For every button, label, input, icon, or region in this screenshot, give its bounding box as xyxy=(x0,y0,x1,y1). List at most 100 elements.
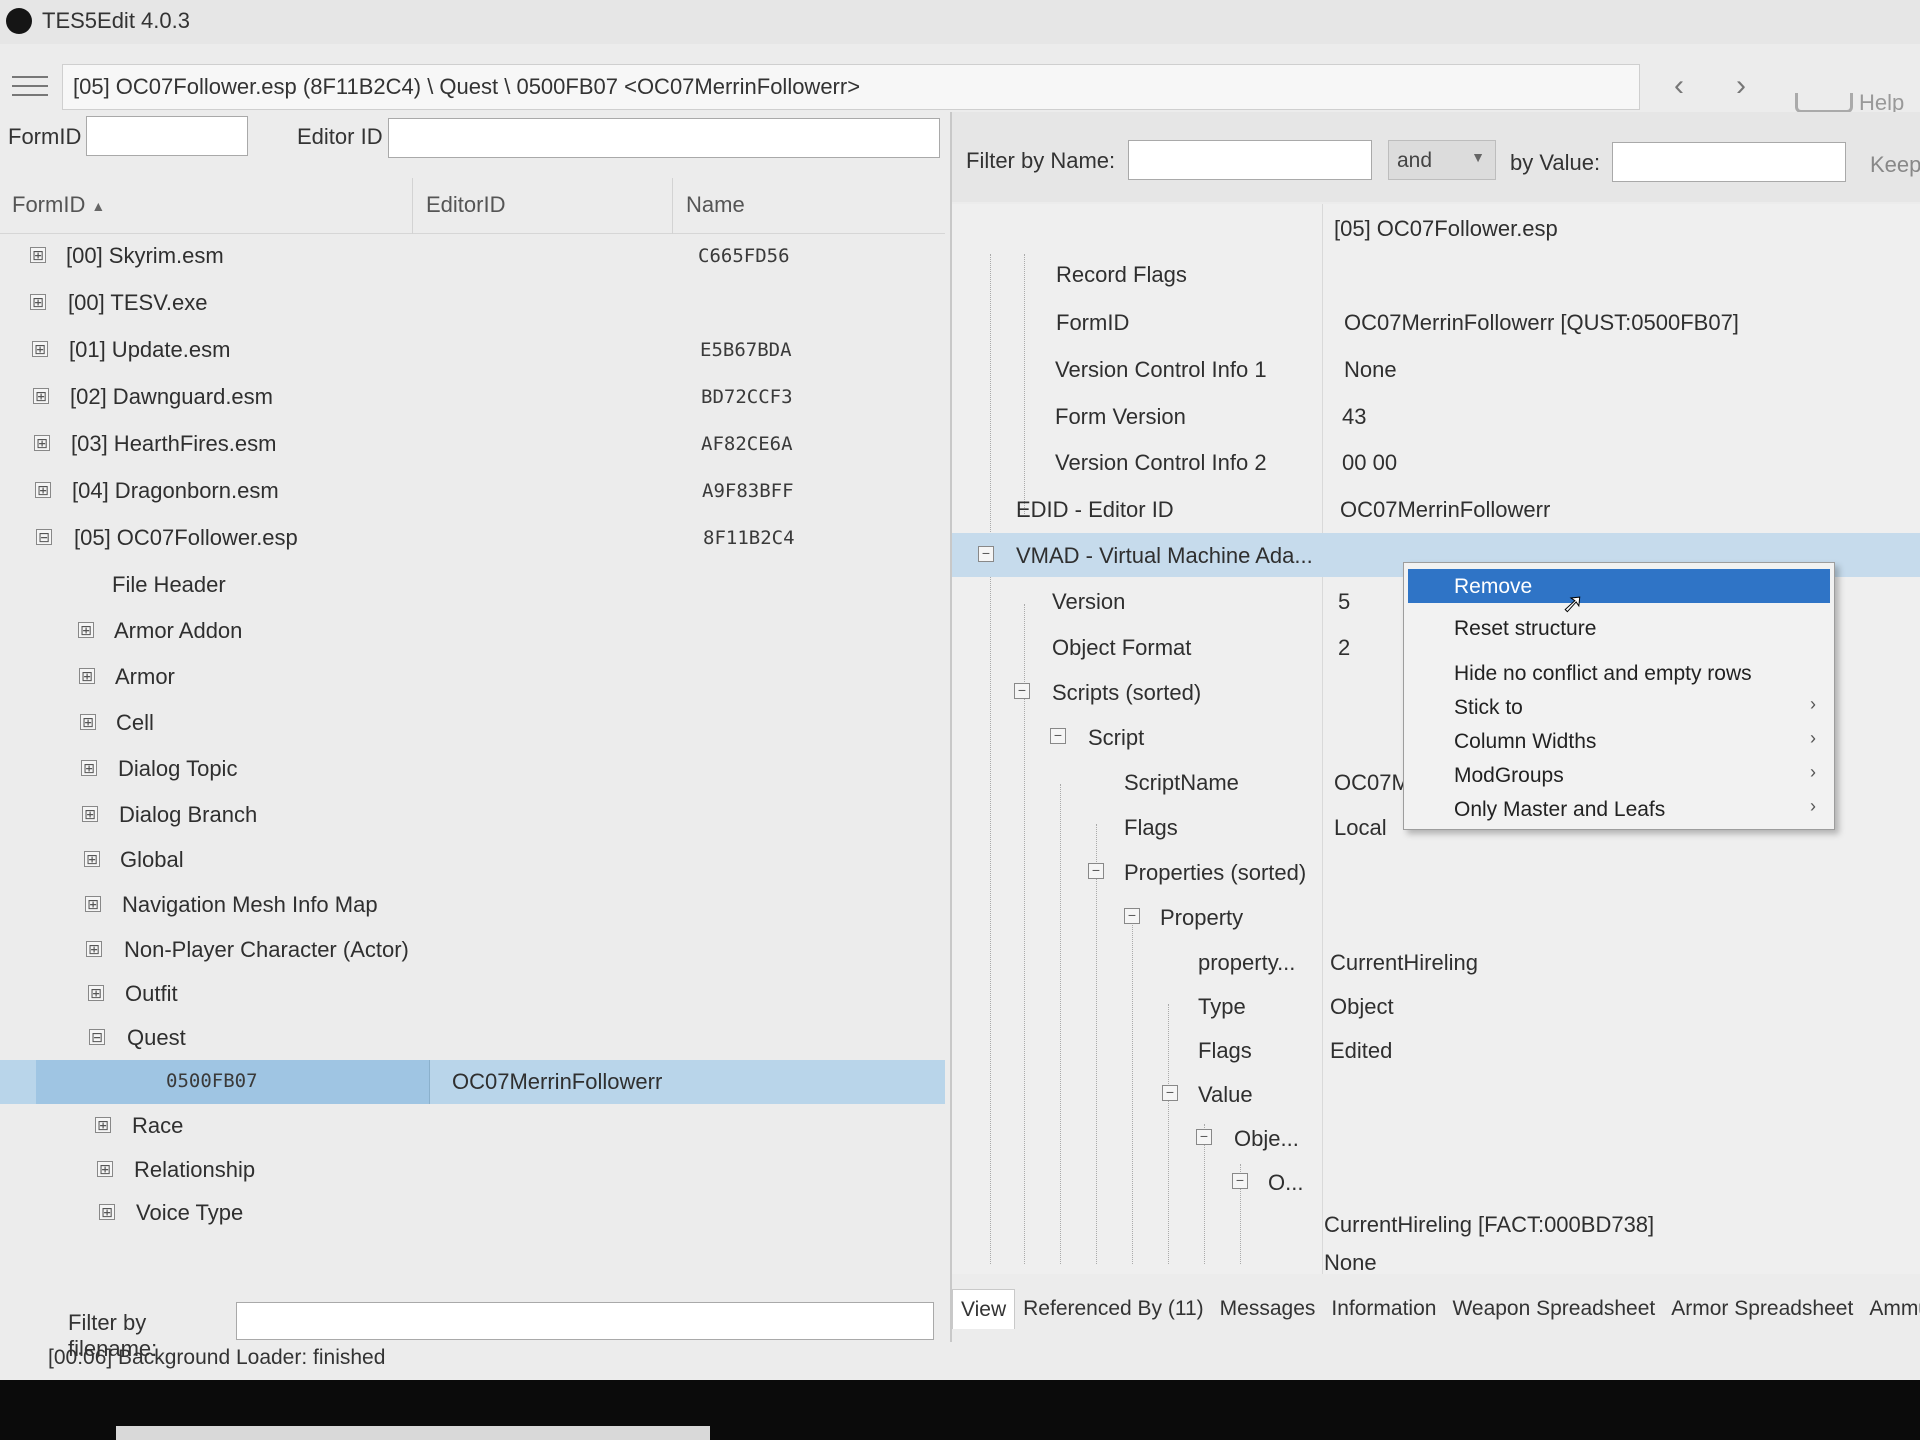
menu-icon[interactable] xyxy=(10,72,50,100)
collapse-icon[interactable]: ⊟ xyxy=(36,529,52,545)
expand-icon[interactable]: ⊞ xyxy=(79,668,95,684)
expand-icon[interactable]: ⊞ xyxy=(97,1161,113,1177)
tree-row[interactable]: ⊞ Navigation Mesh Info Map xyxy=(0,883,945,927)
expand-icon[interactable]: ⊞ xyxy=(33,388,49,404)
menu-item-stick-to[interactable]: Stick to › xyxy=(1408,690,1830,724)
expand-icon[interactable]: ⊞ xyxy=(34,435,50,451)
tree-row[interactable]: ⊞ Non-Player Character (Actor) xyxy=(0,928,945,972)
expand-icon[interactable]: ⊞ xyxy=(30,294,46,310)
tab-view[interactable]: View xyxy=(952,1289,1016,1329)
record-path[interactable]: [05] OC07Follower.esp (8F11B2C4) \ Quest… xyxy=(62,64,1640,110)
grid-row[interactable]: − Obje... xyxy=(952,1116,1920,1160)
tree-row[interactable]: ⊞ Dialog Topic xyxy=(0,747,945,791)
expand-icon[interactable]: ⊞ xyxy=(99,1204,115,1220)
expand-icon[interactable]: ⊞ xyxy=(35,482,51,498)
tree-row[interactable]: ⊟ Quest xyxy=(0,1016,945,1060)
forward-button[interactable]: › xyxy=(1726,71,1756,101)
grid-row[interactable]: EDID - Editor ID OC07MerrinFollowerr xyxy=(952,487,1920,531)
grid-row[interactable]: − O... xyxy=(952,1160,1920,1204)
tree-row[interactable]: ⊞ [01] Update.esm E5B67BDA xyxy=(0,328,945,372)
tree-row-selected[interactable]: 0500FB07 OC07MerrinFollowerr xyxy=(0,1060,945,1104)
expand-icon[interactable]: ⊞ xyxy=(81,760,97,776)
grid-row[interactable]: FormID OC07MerrinFollowerr [QUST:0500FB0… xyxy=(952,300,1920,344)
tree-row[interactable]: ⊞ [04] Dragonborn.esm A9F83BFF xyxy=(0,469,945,513)
tree-row[interactable]: ⊟ [05] OC07Follower.esp 8F11B2C4 xyxy=(0,516,945,560)
expand-icon[interactable]: ⊞ xyxy=(86,941,102,957)
collapse-icon[interactable]: − xyxy=(1232,1173,1248,1189)
column-name[interactable]: Name xyxy=(686,192,745,218)
grid-row[interactable]: Type Object xyxy=(952,984,1920,1028)
collapse-icon[interactable]: − xyxy=(1124,908,1140,924)
tree-row[interactable]: ⊞ [02] Dawnguard.esm BD72CCF3 xyxy=(0,375,945,419)
back-button[interactable]: ‹ xyxy=(1664,71,1694,101)
collapse-icon[interactable]: − xyxy=(1050,728,1066,744)
grid-row-value: 00 00 xyxy=(1342,450,1398,475)
expand-icon[interactable]: ⊞ xyxy=(88,985,104,1001)
tree-row[interactable]: ⊞ [03] HearthFires.esm AF82CE6A xyxy=(0,422,945,466)
grid-row[interactable]: [05] OC07Follower.esp xyxy=(952,206,1920,250)
menu-item-hide-no-conflict[interactable]: Hide no conflict and empty rows xyxy=(1408,656,1830,690)
tab-ammunition-spreadsheet[interactable]: Ammun xyxy=(1861,1289,1920,1329)
tree-row[interactable]: ⊞ Armor Addon xyxy=(0,609,945,653)
collapse-icon[interactable]: − xyxy=(1162,1085,1178,1101)
collapse-icon[interactable]: − xyxy=(1014,683,1030,699)
filter-value-input[interactable] xyxy=(1612,142,1846,182)
tree-row[interactable]: ⊞ Relationship xyxy=(0,1148,945,1192)
grid-row[interactable]: Record Flags xyxy=(952,252,1920,296)
expand-icon[interactable]: ⊞ xyxy=(78,622,94,638)
expand-icon[interactable]: ⊞ xyxy=(95,1117,111,1133)
column-formid[interactable]: FormID ▲ xyxy=(12,192,105,218)
expand-icon[interactable]: ⊞ xyxy=(32,341,48,357)
tree-row[interactable]: ⊞ Race xyxy=(0,1104,945,1148)
tree-row[interactable]: ⊞ Dialog Branch xyxy=(0,793,945,837)
menu-item-reset-structure[interactable]: Reset structure xyxy=(1408,611,1830,645)
tab-referenced-by[interactable]: Referenced By (11) xyxy=(1015,1289,1212,1329)
column-divider[interactable] xyxy=(412,178,413,234)
expand-icon[interactable]: ⊞ xyxy=(80,714,96,730)
tree-row[interactable]: ⊞ Armor xyxy=(0,655,945,699)
grid-row[interactable]: − Value xyxy=(952,1072,1920,1116)
collapse-icon[interactable]: − xyxy=(978,546,994,562)
editorid-input[interactable] xyxy=(388,118,940,158)
menu-item-remove[interactable]: Remove xyxy=(1408,569,1830,603)
tab-messages[interactable]: Messages xyxy=(1212,1289,1324,1329)
grid-row[interactable]: − Properties (sorted) xyxy=(952,850,1920,894)
tree-row[interactable]: ⊞ Global xyxy=(0,838,945,882)
grid-row[interactable]: Flags Edited xyxy=(952,1028,1920,1072)
filename-filter-input[interactable] xyxy=(236,1302,934,1340)
grid-row[interactable]: Form Version 43 xyxy=(952,394,1920,438)
tree-row[interactable]: ⊞ Voice Type xyxy=(0,1191,945,1235)
filter-name-input[interactable] xyxy=(1128,140,1372,180)
tree-row[interactable]: ⊞ Cell xyxy=(0,701,945,745)
menu-item-column-widths[interactable]: Column Widths › xyxy=(1408,724,1830,758)
tree-row[interactable]: File Header xyxy=(0,563,945,607)
grid-row-label: EDID - Editor ID xyxy=(1016,497,1174,522)
expand-icon[interactable]: ⊞ xyxy=(85,896,101,912)
tree-row[interactable]: ⊞ [00] Skyrim.esm C665FD56 xyxy=(0,234,945,278)
expand-icon[interactable]: ⊞ xyxy=(30,247,46,263)
filter-operator-select[interactable]: and ▼ xyxy=(1388,140,1496,180)
collapse-icon[interactable]: − xyxy=(1196,1129,1212,1145)
grid-row[interactable]: CurrentHireling [FACT:000BD738] xyxy=(952,1202,1920,1246)
grid-row[interactable]: − Property xyxy=(952,895,1920,939)
menu-item-modgroups[interactable]: ModGroups › xyxy=(1408,758,1830,792)
column-editorid[interactable]: EditorID xyxy=(426,192,505,218)
column-divider[interactable] xyxy=(672,178,673,234)
grid-row[interactable]: None xyxy=(952,1244,1920,1275)
formid-input[interactable] xyxy=(86,116,248,156)
expand-icon[interactable]: ⊞ xyxy=(82,806,98,822)
collapse-icon[interactable]: ⊟ xyxy=(89,1029,105,1045)
tree-row[interactable]: ⊞ [00] TESV.exe xyxy=(0,281,945,325)
menu-item-only-master-and-leafs[interactable]: Only Master and Leafs › xyxy=(1408,792,1830,826)
tab-weapon-spreadsheet[interactable]: Weapon Spreadsheet xyxy=(1444,1289,1663,1329)
keep-checkbox-label[interactable]: Keep xyxy=(1870,152,1920,178)
tab-information[interactable]: Information xyxy=(1323,1289,1444,1329)
grid-row[interactable]: Version Control Info 1 None xyxy=(952,347,1920,391)
expand-icon[interactable]: ⊞ xyxy=(84,851,100,867)
tab-armor-spreadsheet[interactable]: Armor Spreadsheet xyxy=(1663,1289,1861,1329)
collapse-icon[interactable]: − xyxy=(1088,863,1104,879)
tree-row[interactable]: ⊞ Outfit xyxy=(0,972,945,1016)
grid-row[interactable]: Version Control Info 2 00 00 xyxy=(952,440,1920,484)
grid-row[interactable]: property... CurrentHireling xyxy=(952,940,1920,984)
taskbar-thumbnail[interactable] xyxy=(116,1426,710,1440)
